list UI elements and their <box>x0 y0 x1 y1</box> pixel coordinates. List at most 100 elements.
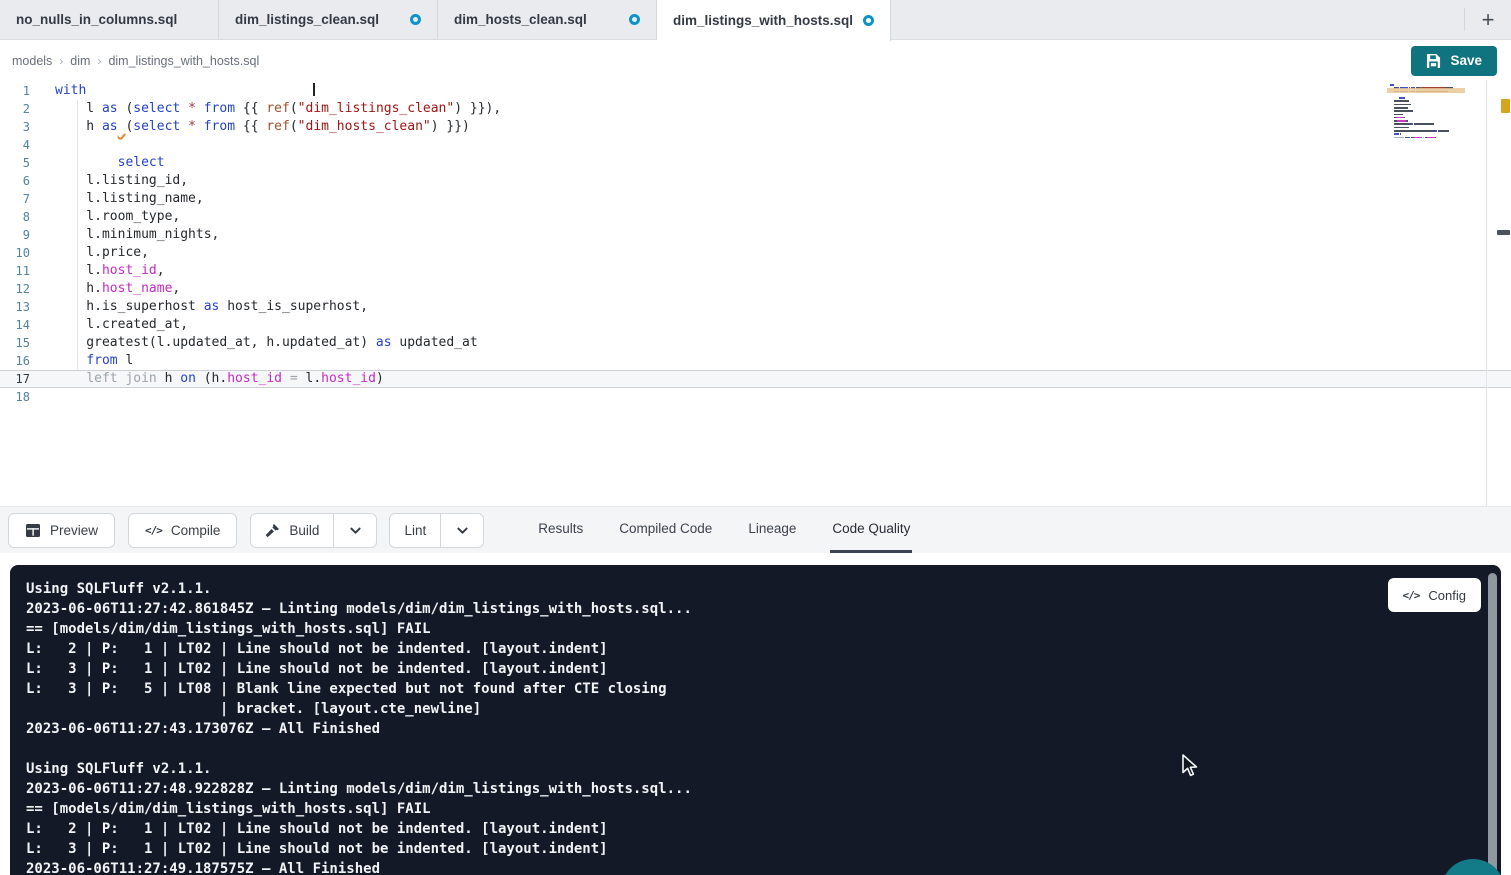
code-line-14[interactable]: 14 l.created_at, <box>0 316 1511 334</box>
minimap[interactable] <box>1390 84 1460 143</box>
warning-marker[interactable] <box>1501 99 1510 113</box>
tab-label: dim_listings_with_hosts.sql <box>673 13 853 28</box>
line-number: 14 <box>0 316 30 334</box>
code-line-10[interactable]: 10 l.price, <box>0 244 1511 262</box>
code-line-8[interactable]: 8 l.room_type, <box>0 208 1511 226</box>
build-button[interactable]: Build <box>251 514 333 547</box>
breadcrumb-item[interactable]: dim <box>70 54 90 68</box>
line-number: 5 <box>0 154 30 172</box>
line-number: 12 <box>0 280 30 298</box>
preview-label: Preview <box>50 523 98 538</box>
line-number: 3 <box>0 118 30 136</box>
build-split-button: Build <box>250 513 377 548</box>
tab-bar-spacer <box>891 0 1464 39</box>
code-text: h.is_superhost as host_is_superhost, <box>55 298 368 316</box>
save-button[interactable]: Save <box>1411 46 1497 76</box>
table-grid-icon <box>25 523 41 538</box>
line-number: 16 <box>0 352 30 370</box>
line-number: 1 <box>0 82 30 100</box>
tab-no_nulls_in_columns.sql[interactable]: no_nulls_in_columns.sql <box>0 0 219 39</box>
lint-dropdown-button[interactable] <box>441 514 483 547</box>
code-line-11[interactable]: 11 l.host_id, <box>0 262 1511 280</box>
line-number: 18 <box>0 388 30 406</box>
build-dropdown-button[interactable] <box>334 514 376 547</box>
code-text: left join h on (h.host_id = l.host_id) <box>55 370 384 388</box>
code-line-12[interactable]: 12 h.host_name, <box>0 280 1511 298</box>
hammer-icon <box>265 523 280 538</box>
lint-button[interactable]: Lint <box>390 514 440 547</box>
chevron-right-icon: › <box>97 54 101 68</box>
line-number: 6 <box>0 172 30 190</box>
line-number: 17 <box>0 370 30 388</box>
new-tab-button[interactable]: + <box>1465 0 1511 39</box>
tab-label: no_nulls_in_columns.sql <box>16 12 177 27</box>
code-line-5[interactable]: 5 select <box>0 154 1511 172</box>
code-line-18[interactable]: 18 <box>0 388 1511 406</box>
panel-tab-results[interactable]: Results <box>536 507 585 553</box>
breadcrumb-item[interactable]: models <box>12 54 52 68</box>
line-number: 15 <box>0 334 30 352</box>
code-text: greatest(l.updated_at, h.updated_at) as … <box>55 334 478 352</box>
tab-dim_hosts_clean.sql[interactable]: dim_hosts_clean.sql <box>438 0 657 39</box>
panel-tab-code-quality[interactable]: Code Quality <box>830 507 912 553</box>
code-line-7[interactable]: 7 l.listing_name, <box>0 190 1511 208</box>
line-number: 13 <box>0 298 30 316</box>
code-text: l.created_at, <box>55 316 188 334</box>
compile-label: Compile <box>171 523 221 538</box>
code-line-16[interactable]: 16 from l <box>0 352 1511 370</box>
compile-button[interactable]: </> Compile <box>128 513 237 548</box>
unsaved-indicator-icon <box>410 14 421 25</box>
code-text: l.listing_id, <box>55 172 188 190</box>
code-text: l.room_type, <box>55 208 180 226</box>
code-brackets-icon: </> <box>145 524 162 537</box>
code-brackets-icon: </> <box>1403 589 1420 602</box>
breadcrumb-item[interactable]: dim_listings_with_hosts.sql <box>108 54 259 68</box>
chevron-down-icon <box>349 524 362 537</box>
code-lines: 1with2 l as (select * from {{ ref("dim_l… <box>0 82 1511 406</box>
code-line-2[interactable]: 2 l as (select * from {{ ref("dim_listin… <box>0 100 1511 118</box>
code-line-1[interactable]: 1with <box>0 82 1511 100</box>
code-editor[interactable]: 1with2 l as (select * from {{ ref("dim_l… <box>0 80 1511 506</box>
cursor-position-marker <box>1497 230 1510 235</box>
minimap-highlight-band <box>1387 88 1465 93</box>
code-line-17[interactable]: 17 left join h on (h.host_id = l.host_id… <box>0 370 1511 388</box>
tab-dim_listings_clean.sql[interactable]: dim_listings_clean.sql <box>219 0 438 39</box>
line-number: 2 <box>0 100 30 118</box>
lint-label: Lint <box>404 523 426 538</box>
panel-tab-compiled-code[interactable]: Compiled Code <box>617 507 714 553</box>
terminal-scrollbar-thumb[interactable] <box>1488 573 1497 875</box>
dbt-ide-window: no_nulls_in_columns.sql dim_listings_clea… <box>0 0 1511 875</box>
config-label: Config <box>1428 588 1466 603</box>
config-button[interactable]: </> Config <box>1388 578 1481 612</box>
code-text: l.price, <box>55 244 149 262</box>
line-number: 10 <box>0 244 30 262</box>
unsaved-indicator-icon <box>629 14 640 25</box>
code-text: h.host_name, <box>55 280 180 298</box>
code-text: l as (select * from {{ ref("dim_listings… <box>55 100 501 118</box>
code-line-6[interactable]: 6 l.listing_id, <box>0 172 1511 190</box>
text-caret <box>313 83 315 96</box>
floppy-disk-icon <box>1426 53 1441 68</box>
panel-tab-lineage[interactable]: Lineage <box>746 507 798 553</box>
code-line-15[interactable]: 15 greatest(l.updated_at, h.updated_at) … <box>0 334 1511 352</box>
terminal-output-panel: Using SQLFluff v2.1.1. 2023-06-06T11:27:… <box>10 565 1501 875</box>
code-text: h as (select * from {{ ref("dim_hosts_cl… <box>55 118 470 136</box>
code-line-13[interactable]: 13 h.is_superhost as host_is_superhost, <box>0 298 1511 316</box>
chevron-right-icon: › <box>59 54 63 68</box>
code-line-4[interactable]: 4 <box>0 136 1511 154</box>
code-text: l.host_id, <box>55 262 165 280</box>
tab-label: dim_listings_clean.sql <box>235 12 379 27</box>
build-label: Build <box>289 523 319 538</box>
overview-ruler <box>1486 80 1487 506</box>
line-number: 4 <box>0 136 30 154</box>
code-text: l.minimum_nights, <box>55 226 219 244</box>
lint-split-button: Lint <box>389 513 484 548</box>
code-line-3[interactable]: 3 h as (select * from {{ ref("dim_hosts_… <box>0 118 1511 136</box>
tab-dim_listings_with_hosts.sql[interactable]: dim_listings_with_hosts.sql <box>657 0 891 41</box>
file-tabs: no_nulls_in_columns.sql dim_listings_clea… <box>0 0 891 39</box>
preview-button[interactable]: Preview <box>8 513 115 548</box>
file-header: models › dim › dim_listings_with_hosts.sql S… <box>0 41 1511 80</box>
unsaved-indicator-icon <box>863 15 874 26</box>
code-line-9[interactable]: 9 l.minimum_nights, <box>0 226 1511 244</box>
line-number: 8 <box>0 208 30 226</box>
